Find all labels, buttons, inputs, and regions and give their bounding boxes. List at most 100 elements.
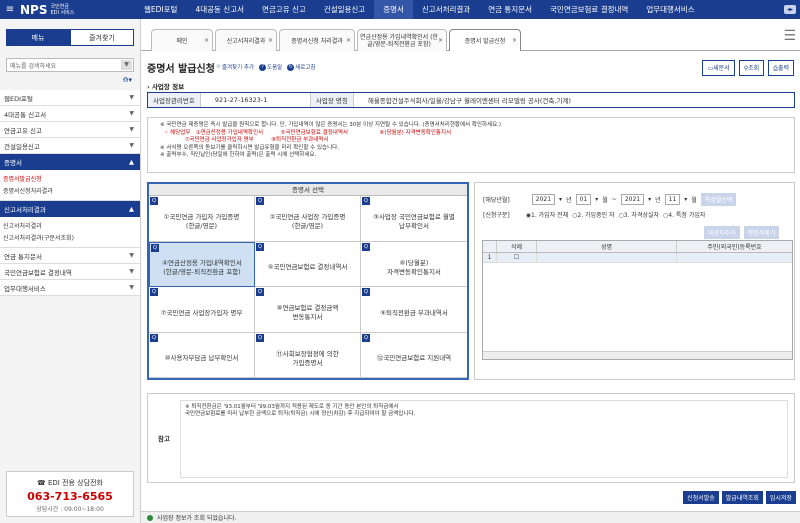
menu-search-input[interactable]: 메뉴를 검색하세요 ▼ [6,58,134,72]
nav-web-edi-portal[interactable]: 웹EDI포털 [135,0,186,19]
sidebar-item-construction[interactable]: 건설일용신고 ▼ [0,138,140,154]
add-favorite-link[interactable]: ☆ 즐겨찾기 추가 [216,63,254,71]
new-doc-button[interactable]: ▭새문서 [702,60,735,76]
expand-collapse-icon[interactable]: ⟰▾ [0,76,140,90]
row-delete-checkbox[interactable]: ☐ [497,253,537,262]
chevron-down-icon: ▼ [129,94,134,101]
nav-pension-report[interactable]: 연금고유 신고 [253,0,315,19]
month-from-select[interactable]: 01 [575,194,592,205]
certificate-option[interactable]: Q ①국민연금 가입자 가입증명 (한글/영문) [149,196,255,242]
hamburger-menu-icon[interactable]: ≡ [0,4,20,15]
year-to-select[interactable]: 2021 [620,194,645,205]
magnifier-icon[interactable]: Q [362,288,370,296]
tab-menu[interactable]: 메뉴 [6,29,70,46]
sidebar-sub-cert-result[interactable]: 증명서신청처리결과 [0,184,140,196]
tab-pension-calc[interactable]: 연금산정용 가입내역확인서 (한글/영문-퇴직전환금 포함) × [357,29,447,51]
sidebar-item-web-edi[interactable]: 웹EDI포털 ▼ [0,90,140,106]
sidebar-item-pension-notice[interactable]: 연금 통지문서 ▼ [0,248,140,264]
nav-construction-report[interactable]: 건설일용신고 [315,0,374,19]
reference-line: 국민연금보험료를 미리 납부한 금액으로 퇴직(퇴직금) 시에 정산(차감) 후… [185,411,416,417]
certificate-option[interactable]: Q ⑦국민연금 사업장가입자 명부 [149,287,255,333]
sidebar-item-agency[interactable]: 업무대행서비스 ▼ [0,280,140,296]
magnifier-icon[interactable]: Q [150,333,158,342]
tab-report-result[interactable]: 신고서처리결과 × [215,29,277,51]
certificate-option[interactable]: Q ②국민연금 사업장 가입증명 (한글/영문) [255,196,361,242]
search-button[interactable]: ⚲조회 [738,60,765,76]
sidebar-sub-cert-request[interactable]: 증명서발급신청 [0,172,140,184]
sidebar-item-report-result[interactable]: 신고서처리결과 ▲ [0,201,140,217]
nav-certificate[interactable]: 증명서 [374,0,413,19]
close-icon[interactable]: × [268,37,273,44]
radio-specific[interactable]: ○4. 특정 가입자 [663,210,705,219]
certificate-option[interactable]: Q ⑧연금보험료 결정금액 변동통지서 [255,287,361,333]
tab-list-icon[interactable]: ☰ [783,28,796,44]
certificate-option[interactable]: Q ⑥(당월분) 자격변동확인통지서 [361,242,467,287]
horizontal-scrollbar[interactable] [483,351,792,359]
magnifier-icon[interactable]: Q [362,197,370,205]
help-link[interactable]: ? 도움말 [259,63,282,71]
table-row[interactable]: 1 ☐ [483,253,792,263]
close-icon[interactable]: × [346,37,351,44]
year-from-select[interactable]: 2021 [531,194,556,205]
certificate-option[interactable]: Q ⑫국민연금보험료 지원내역 [361,333,467,378]
radio-label: 2. 가입중인 자 [577,212,615,219]
period-row: [해당년월] 2021 ▾ 년 01 ▾ 월 ~ 2021 ▾ 년 11 ▾ 월 특정월… [483,193,737,206]
magnifier-icon[interactable]: Q [256,197,264,205]
delete-row-button[interactable]: 행정삭제기 [743,226,780,239]
nav-pension-notice[interactable]: 연금 통지문서 [479,0,541,19]
radio-lost[interactable]: ○3. 자격상실자 [619,210,659,219]
sidebar-item-label: 4대공통 신고서 [4,110,47,119]
tab-cert-result[interactable]: 증명서신청 처리결과 × [279,29,355,51]
nav-agency-service[interactable]: 업무대행서비스 [637,0,703,19]
tab-cert-request[interactable]: 증명서 발급신청 × [449,29,521,51]
sidebar-sub-report-result[interactable]: 신고서처리결과 [0,219,140,231]
radio-all[interactable]: ◉1. 가입자 전체 [526,210,568,219]
certificate-option[interactable]: Q ⑨퇴직전환금 부과내역서 [361,287,467,333]
row-name-cell[interactable] [537,253,677,262]
nav-report-result[interactable]: 신고서처리결과 [413,0,479,19]
send-request-button[interactable]: 신청서발송 [683,491,719,504]
magnifier-icon[interactable]: Q [256,288,264,296]
magnifier-icon[interactable]: Q [150,197,158,205]
magnifier-icon[interactable]: Q [256,333,264,342]
nav-4-common-report[interactable]: 4대공동 신고서 [186,0,253,19]
certificate-option[interactable]: Q ⑤국민연금보험료 결정내역서 [255,241,361,287]
magnifier-icon[interactable]: Q [362,242,370,251]
certificate-option-label: ⑩사용자부담금 납부확인서 [164,354,239,363]
magnifier-icon[interactable]: Q [362,333,370,342]
certificate-option[interactable]: Q ⑩사용자부담금 납부확인서 [149,332,255,378]
sidebar-item-certificate[interactable]: 증명서 ▲ [0,154,140,170]
issue-history-button[interactable]: 발급내역조회 [721,491,763,504]
sidebar-item-pension[interactable]: 연금고유 신고 ▼ [0,122,140,138]
add-target-button[interactable]: 대상자추가 [704,226,740,239]
magnifier-icon[interactable]: Q [256,242,264,251]
window-control-icon[interactable]: ◂▸ [783,5,796,14]
sidebar-item-label: 증명서 [4,159,22,167]
nav-premium-decision[interactable]: 국민연금보험료 결정내역 [541,0,637,19]
chevron-down-icon: ▾ [648,196,652,203]
refresh-link[interactable]: ↻ 새로고침 [287,63,315,71]
magnifier-icon[interactable]: Q [151,243,159,252]
certificate-option[interactable]: Q ⑪사회보장협정에 의한 가입증명서 [255,332,361,378]
tab-main[interactable]: 메인 × [151,29,213,51]
row-id-cell[interactable] [677,253,792,262]
close-icon[interactable]: × [204,37,209,44]
close-icon[interactable]: × [438,37,443,44]
nps-logo[interactable]: NPS 국민연금 EDI 서비스 [20,3,135,17]
temp-save-button[interactable]: 임시저장 [765,491,796,504]
certificate-option[interactable]: Q ④연금산정용 가입내역확인서 (한글/영문-퇴직전환금 포함) [149,241,255,287]
month-to-select[interactable]: 11 [664,194,681,205]
magnifier-icon[interactable]: Q [150,288,158,296]
sidebar-sub-report-result-old[interactable]: 신고서처리결과(구문서조회) [0,231,140,243]
chevron-down-icon: ▼ [129,142,134,149]
close-icon[interactable]: × [512,37,517,44]
tab-favorites[interactable]: 즐겨찾기 [70,29,134,46]
sidebar-item-premium[interactable]: 국민연금보험료 결정내역 ▼ [0,264,140,280]
certificate-option[interactable]: Q ③사업장 국민연금보험료 월별 납부확인서 [361,196,467,242]
chevron-down-icon[interactable]: ▼ [121,60,132,70]
radio-current[interactable]: ○2. 가입중인 자 [572,210,614,219]
special-month-button[interactable]: 특정월선택 [700,193,737,206]
sidebar-item-4-common[interactable]: 4대공통 신고서 ▼ [0,106,140,122]
print-button[interactable]: ⎙출력 [768,60,794,76]
chevron-down-icon: ▼ [129,126,134,133]
